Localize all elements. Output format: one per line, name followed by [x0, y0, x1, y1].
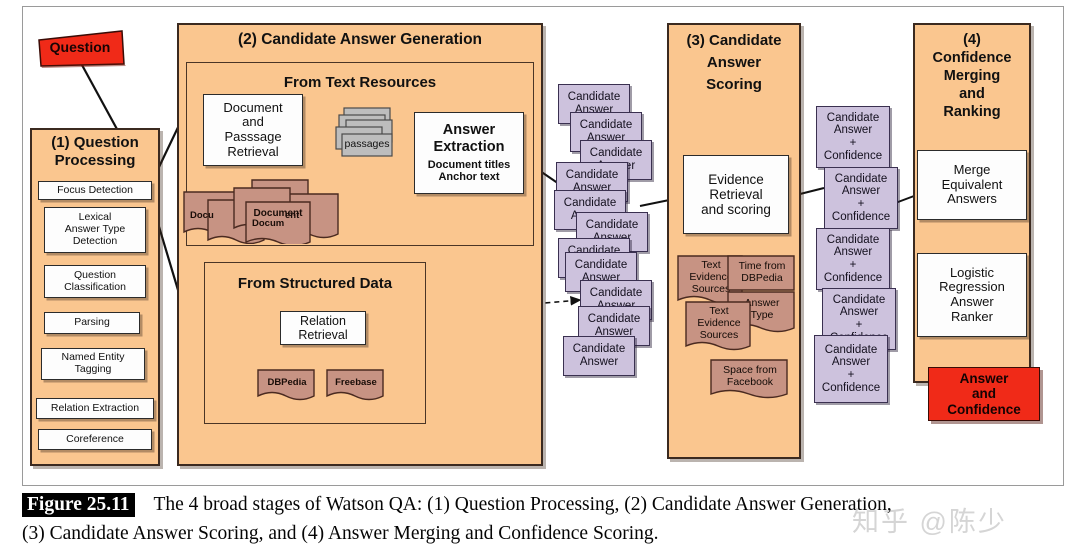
relation-retrieval-label: Relation Retrieval: [298, 314, 348, 342]
stage1-item-label: Question Classification: [64, 268, 126, 293]
document-passage-retrieval-box[interactable]: Document and Passsage Retrieval: [203, 94, 303, 166]
evidence-source-label: Time from DBPedia: [738, 260, 786, 284]
answer-extraction-box[interactable]: Answer Extraction Document titles Anchor…: [414, 112, 524, 194]
figure-caption-line1: The 4 broad stages of Watson QA: (1) Que…: [153, 494, 892, 515]
candidate-confidence-label: Candidate Answer + Confidence: [821, 343, 881, 394]
stage1-item-named-entity-tagging[interactable]: Named Entity Tagging: [41, 348, 145, 380]
stage1-item-label: Focus Detection: [57, 183, 133, 196]
figure-caption-line2: (3) Candidate Answer Scoring, and (4) An…: [22, 522, 659, 544]
answer-extraction-title: Answer Extraction: [433, 122, 505, 155]
document-passage-retrieval-label: Document and Passsage Retrieval: [223, 99, 283, 159]
freebase-label: Freebase: [335, 376, 377, 388]
candidate-confidence-card[interactable]: Candidate Answer + Confidence: [824, 167, 898, 229]
candidate-answer-card[interactable]: Candidate Answer: [563, 336, 635, 376]
stage1-item-label: Coreference: [66, 432, 124, 445]
stage1-item-label: Parsing: [74, 316, 110, 329]
evidence-source-label: Text Evidence Sources: [697, 305, 741, 341]
answer-and-confidence-label: Answer and Confidence: [947, 370, 1021, 417]
candidate-confidence-card[interactable]: Candidate Answer + Confidence: [814, 335, 888, 403]
logistic-regression-ranker-label: Logistic Regression Answer Ranker: [939, 264, 1005, 324]
evidence-retrieval-box[interactable]: Evidence Retrieval and scoring: [683, 155, 789, 234]
candidate-confidence-card[interactable]: Candidate Answer + Confidence: [816, 106, 890, 168]
passages-stack: passages: [330, 106, 396, 164]
evidence-source-space-facebook[interactable]: Space from Facebook: [709, 358, 791, 404]
stage1-item-parsing[interactable]: Parsing: [44, 312, 140, 334]
answer-extraction-detail-1: Document titles: [427, 158, 511, 171]
answer-extraction-detail-2: Anchor text: [438, 171, 500, 184]
evidence-source-label: Space from Facebook: [723, 364, 777, 388]
stage1-item-focus-detection[interactable]: Focus Detection: [38, 181, 152, 200]
candidate-confidence-label: Candidate Answer + Confidence: [823, 111, 883, 162]
logistic-regression-ranker-box[interactable]: Logistic Regression Answer Ranker: [917, 253, 1027, 337]
merge-equivalent-answers-label: Merge Equivalent Answers: [941, 162, 1003, 207]
stage1-item-lexical-answer-type-detection[interactable]: Lexical Answer Type Detection: [44, 207, 146, 253]
candidate-answer-label: Candidate Answer: [587, 313, 641, 338]
merge-equivalent-answers-box[interactable]: Merge Equivalent Answers: [917, 150, 1027, 220]
figure-caption: Figure 25.11 The 4 broad stages of Watso…: [22, 492, 1062, 547]
documents-stack: Docu Docum ent Document: [182, 178, 342, 247]
svg-text:Docu: Docu: [190, 210, 214, 221]
candidate-answer-label: Candidate Answer: [572, 343, 626, 368]
answer-and-confidence-box[interactable]: Answer and Confidence: [928, 367, 1040, 421]
freebase-source[interactable]: Freebase: [325, 368, 387, 406]
evidence-retrieval-label: Evidence Retrieval and scoring: [701, 171, 771, 218]
evidence-source-text-2[interactable]: Text Evidence Sources: [684, 300, 754, 358]
documents-stack-label: Document: [253, 208, 303, 220]
figure-root: Question (1) Question Processing Focus D…: [0, 0, 1080, 557]
stage1-item-coreference[interactable]: Coreference: [38, 429, 152, 450]
candidate-confidence-label: Candidate Answer + Confidence: [823, 233, 883, 284]
stage1-item-relation-extraction[interactable]: Relation Extraction: [36, 398, 154, 419]
question-box[interactable]: Question: [36, 28, 126, 68]
passages-label: passages: [344, 138, 390, 151]
stage1-item-question-classification[interactable]: Question Classification: [44, 265, 146, 298]
dbpedia-source[interactable]: DBPedia: [256, 368, 318, 406]
stage1-item-label: Named Entity Tagging: [61, 351, 125, 375]
candidate-confidence-card[interactable]: Candidate Answer + Confidence: [816, 228, 890, 290]
question-shape: [38, 30, 126, 68]
figure-number: Figure 25.11: [22, 493, 135, 517]
stage1-item-label: Lexical Answer Type Detection: [64, 211, 126, 247]
candidate-confidence-label: Candidate Answer + Confidence: [831, 172, 891, 223]
dbpedia-label: DBPedia: [267, 376, 307, 388]
stage1-item-label: Relation Extraction: [50, 401, 140, 414]
relation-retrieval-box[interactable]: Relation Retrieval: [280, 311, 366, 345]
